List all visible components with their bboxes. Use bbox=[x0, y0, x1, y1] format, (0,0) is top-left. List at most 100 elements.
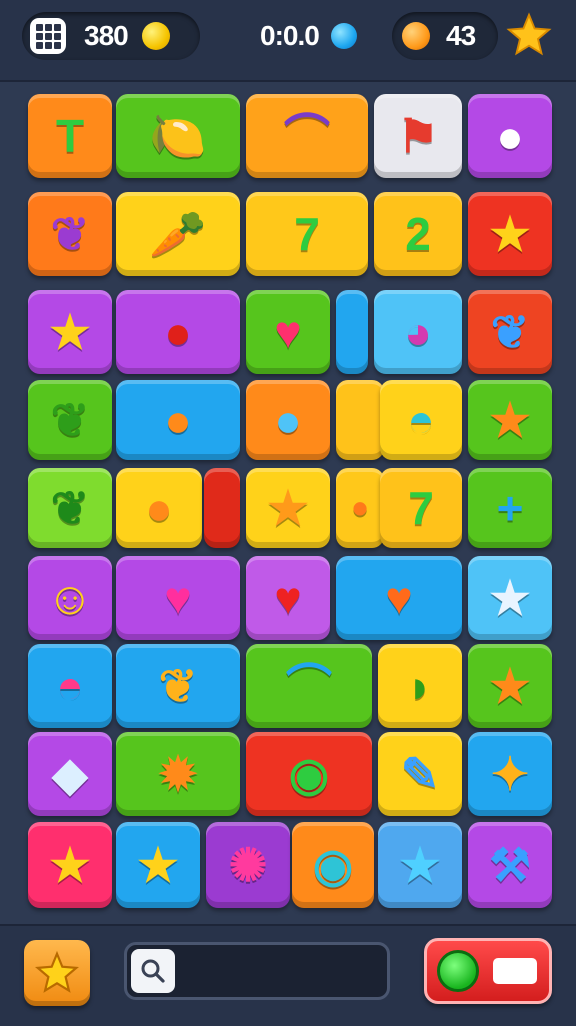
tile-pen[interactable]: ✎ bbox=[378, 732, 462, 816]
tile-heart-red[interactable]: ♥ bbox=[246, 556, 330, 640]
gem-icon: ◆ bbox=[52, 748, 88, 800]
sun-icon: ✹ bbox=[158, 748, 198, 800]
seven-icon: 7 bbox=[294, 208, 320, 260]
two-icon: 2 bbox=[405, 208, 431, 260]
tile-blue-heart[interactable]: ♥ bbox=[336, 556, 462, 640]
tile-two[interactable]: 2 bbox=[374, 192, 462, 276]
tile-orange-star[interactable]: ★ bbox=[468, 380, 552, 460]
tile-tomato[interactable]: ● bbox=[116, 290, 240, 374]
timer-value: 0:0.0 bbox=[260, 20, 320, 51]
hud-bar: 380 0:0.0 43 bbox=[0, 0, 576, 82]
tile-seven-green[interactable]: 7 bbox=[380, 468, 462, 548]
tile-heart-green[interactable]: ♥ bbox=[246, 290, 330, 374]
tile-star-yellow[interactable]: ★ bbox=[246, 468, 330, 548]
plus-icon: + bbox=[496, 482, 524, 534]
tile-blue-leaf[interactable]: ❦ bbox=[468, 290, 552, 374]
emblem-icon: ✺ bbox=[228, 839, 268, 891]
tile-axe[interactable]: ⚒ bbox=[468, 822, 552, 908]
lemon-icon: 🍋 bbox=[149, 110, 207, 162]
tile-purple-worm[interactable]: ⌒ bbox=[246, 94, 368, 178]
robot-icon: ◓ bbox=[407, 394, 435, 446]
tile-gem[interactable]: ◆ bbox=[28, 732, 112, 816]
tile-sun-heart[interactable]: ✹ bbox=[116, 732, 240, 816]
blue-gem-icon bbox=[330, 23, 357, 49]
seed-icon: • bbox=[351, 482, 369, 534]
star-icon: ★ bbox=[399, 839, 441, 891]
tile-creature[interactable]: ◕ bbox=[374, 290, 462, 374]
fish-icon: ❦ bbox=[158, 660, 198, 712]
tile-worm-blue[interactable]: ⌒ bbox=[246, 644, 372, 728]
worm-icon: ⌒ bbox=[286, 660, 332, 712]
tile-smiley[interactable]: ☺ bbox=[28, 556, 112, 640]
tile-fish[interactable]: ❦ bbox=[116, 644, 240, 728]
tile-emblem[interactable]: ✺ bbox=[206, 822, 290, 908]
tile-pink-blob[interactable]: ◓ bbox=[28, 644, 112, 728]
tile-star-red[interactable]: ★ bbox=[468, 192, 552, 276]
tile-plus[interactable]: + bbox=[468, 468, 552, 548]
tile-seed[interactable]: • bbox=[336, 468, 384, 548]
star-icon bbox=[35, 951, 79, 993]
star-icon: ★ bbox=[489, 572, 531, 624]
game-board: T 🍋 ⌒ ⚑ ● ❦ 🥕 7 2 ★ ★ ● ♥ ◕ ❦ ❦ ● ● ◓ ★ ❦ ● ★ • 7 + ☺ ♥ ♥ ♥ ★ ◓ ❦ ⌒ ◗ ★ ◆ ✹ ◉ ✎… bbox=[20, 86, 556, 916]
heart-icon: ♥ bbox=[164, 572, 192, 624]
coins-pill: 43 bbox=[392, 12, 498, 60]
tile-orange-star-2[interactable]: ★ bbox=[468, 644, 552, 728]
tile-leaf-purple[interactable]: ❦ bbox=[28, 192, 112, 276]
worm-icon: ⌒ bbox=[284, 110, 330, 162]
score-pill: 380 bbox=[22, 12, 200, 60]
tile-blue-bar[interactable] bbox=[336, 290, 368, 374]
tile-yellow-star-blue[interactable]: ★ bbox=[116, 822, 200, 908]
tile-white-star[interactable]: ★ bbox=[468, 556, 552, 640]
tile-cucumber[interactable]: ◗ bbox=[378, 644, 462, 728]
tile-lemon[interactable]: 🍋 bbox=[116, 94, 240, 178]
blob-icon: ● bbox=[274, 394, 302, 446]
timer-pill: 0:0.0 bbox=[238, 12, 368, 60]
star-icon: ★ bbox=[267, 482, 309, 534]
tile-orange-blob[interactable]: ● bbox=[116, 380, 240, 460]
tile-drop[interactable]: ◉ bbox=[292, 822, 374, 908]
pepper-icon: ❦ bbox=[50, 482, 90, 534]
search-icon[interactable] bbox=[131, 949, 175, 993]
tile-red-bar[interactable] bbox=[204, 468, 240, 548]
tile-blue-blob[interactable]: ● bbox=[246, 380, 330, 460]
tile-star-pink[interactable]: ★ bbox=[28, 822, 112, 908]
grid-icon[interactable] bbox=[30, 18, 66, 54]
tile-ornament[interactable]: ✦ bbox=[468, 732, 552, 816]
tile-flag[interactable]: ⚑ bbox=[374, 94, 462, 178]
tile-star-purple[interactable]: ★ bbox=[28, 290, 112, 374]
tile-seven-cherry[interactable]: 7 bbox=[246, 192, 368, 276]
smiley-icon: ☺ bbox=[46, 572, 94, 624]
ornament-icon: ✦ bbox=[490, 748, 530, 800]
star-icon: ★ bbox=[489, 208, 531, 260]
action-button[interactable] bbox=[424, 938, 552, 1004]
tile-green-ring[interactable]: ◉ bbox=[246, 732, 372, 816]
tile-robot[interactable]: ◓ bbox=[380, 380, 462, 460]
tile-letter-t[interactable]: T bbox=[28, 94, 112, 178]
tile-cookie[interactable]: ● bbox=[468, 94, 552, 178]
tile-cracker[interactable]: ● bbox=[116, 468, 202, 548]
yellow-coin-icon bbox=[141, 22, 170, 50]
star-icon[interactable] bbox=[506, 12, 552, 58]
star-icon: ★ bbox=[49, 839, 91, 891]
tile-heart-purple[interactable]: ♥ bbox=[116, 556, 240, 640]
star-button[interactable] bbox=[24, 940, 90, 1006]
axe-icon: ⚒ bbox=[489, 839, 531, 891]
letter-t-icon: T bbox=[55, 110, 85, 162]
tile-blue-star[interactable]: ★ bbox=[378, 822, 462, 908]
coins-value: 43 bbox=[446, 20, 476, 51]
tile-yellow-plain[interactable] bbox=[336, 380, 384, 460]
score-value: 380 bbox=[84, 20, 129, 51]
heart-icon: ♥ bbox=[274, 306, 302, 358]
star-icon: ★ bbox=[49, 306, 91, 358]
cucumber-icon: ◗ bbox=[406, 660, 434, 712]
star-icon: ★ bbox=[489, 394, 531, 446]
cracker-icon: ● bbox=[145, 482, 173, 534]
leaf-icon: ❦ bbox=[490, 306, 530, 358]
tile-carrot[interactable]: 🥕 bbox=[116, 192, 240, 276]
tomato-icon: ● bbox=[164, 306, 192, 358]
drop-icon: ◉ bbox=[312, 839, 354, 891]
tile-pepper[interactable]: ❦ bbox=[28, 468, 112, 548]
pen-icon: ✎ bbox=[400, 748, 440, 800]
search-bar[interactable] bbox=[124, 942, 390, 1000]
tile-leaf-green[interactable]: ❦ bbox=[28, 380, 112, 460]
